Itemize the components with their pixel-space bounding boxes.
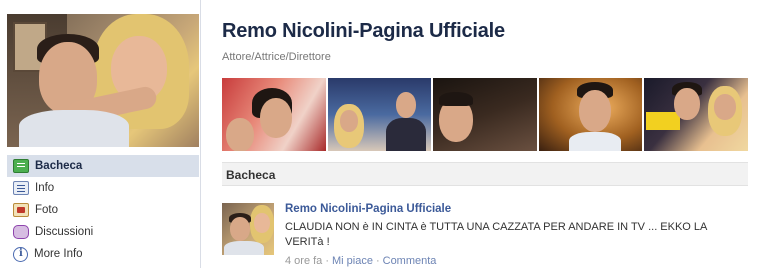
post-meta: 4 ore fa · Mi piace · Commenta <box>285 255 436 267</box>
profile-picture[interactable] <box>7 14 199 147</box>
post-text: CLAUDIA NON è IN CINTA è TUTTA UNA CAZZA… <box>285 221 707 248</box>
photo-detail <box>260 98 292 138</box>
sidebar-item-label: Discussioni <box>35 226 94 238</box>
page-title[interactable]: Remo Nicolini-Pagina Ufficiale <box>222 20 505 43</box>
photo-detail <box>568 132 621 151</box>
post-author-link[interactable]: Remo Nicolini-Pagina Ufficiale <box>285 203 451 215</box>
strip-photo[interactable] <box>644 78 748 151</box>
post-timestamp[interactable]: 4 ore fa <box>285 255 322 267</box>
strip-photo[interactable] <box>327 78 432 151</box>
separator-dot: · <box>375 255 380 267</box>
photos-icon <box>13 203 29 217</box>
photo-detail <box>385 118 426 151</box>
sidebar-item-bacheca[interactable]: Bacheca <box>7 155 199 177</box>
sidebar-item-label: Bacheca <box>35 160 83 172</box>
left-column: Bacheca Info Foto Discussioni More Info <box>0 0 201 268</box>
section-title: Bacheca <box>226 168 276 182</box>
sidebar-item-label: Foto <box>35 204 59 216</box>
photo-detail <box>339 110 358 132</box>
like-link[interactable]: Mi piace <box>332 255 373 267</box>
strip-photo[interactable] <box>538 78 643 151</box>
sidebar-nav: Bacheca Info Foto Discussioni More Info <box>7 155 199 265</box>
wall-post: Remo Nicolini-Pagina Ufficiale CLAUDIA N… <box>222 200 748 268</box>
sidebar-item-more-info[interactable]: More Info <box>7 243 199 265</box>
photo-detail <box>646 112 681 130</box>
photo-detail <box>226 118 254 151</box>
photo-detail <box>578 90 611 132</box>
section-header: Bacheca <box>222 162 748 186</box>
photo-detail <box>714 94 737 120</box>
discussions-icon <box>13 225 29 239</box>
sidebar-item-info[interactable]: Info <box>7 177 199 199</box>
separator-dot: · <box>325 255 329 267</box>
photo-strip <box>222 78 748 151</box>
page-category: Attore/Attrice/Direttore <box>222 51 331 63</box>
more-info-icon <box>13 246 28 262</box>
comment-link[interactable]: Commenta <box>383 255 437 267</box>
post-author-avatar[interactable] <box>222 203 274 255</box>
photo-detail <box>254 213 270 233</box>
sidebar-item-label: More Info <box>34 248 83 260</box>
info-icon <box>13 181 29 195</box>
photo-detail <box>439 92 474 106</box>
main-column: Remo Nicolini-Pagina Ufficiale Attore/At… <box>222 0 767 268</box>
sidebar-item-label: Info <box>35 182 55 194</box>
photo-man-shirt <box>19 110 129 147</box>
wall-icon <box>13 159 29 173</box>
sidebar-item-discussioni[interactable]: Discussioni <box>7 221 199 243</box>
sidebar-item-foto[interactable]: Foto <box>7 199 199 221</box>
strip-photo[interactable] <box>222 78 326 151</box>
photo-detail <box>395 92 416 118</box>
photo-detail <box>230 217 250 241</box>
photo-detail <box>224 241 264 255</box>
photo-detail <box>674 88 701 120</box>
strip-photo[interactable] <box>433 78 537 151</box>
